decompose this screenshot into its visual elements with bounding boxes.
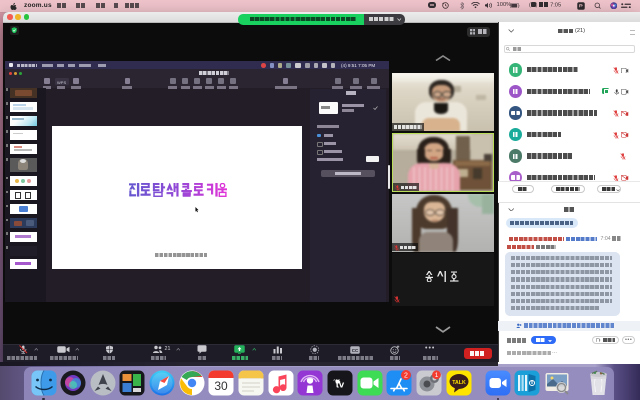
- svg-text:1: 1: [435, 372, 439, 379]
- svg-text:30: 30: [215, 379, 229, 393]
- svg-text:TALK: TALK: [452, 380, 466, 386]
- svg-text:CC: CC: [351, 347, 358, 352]
- svg-text:2: 2: [404, 372, 408, 379]
